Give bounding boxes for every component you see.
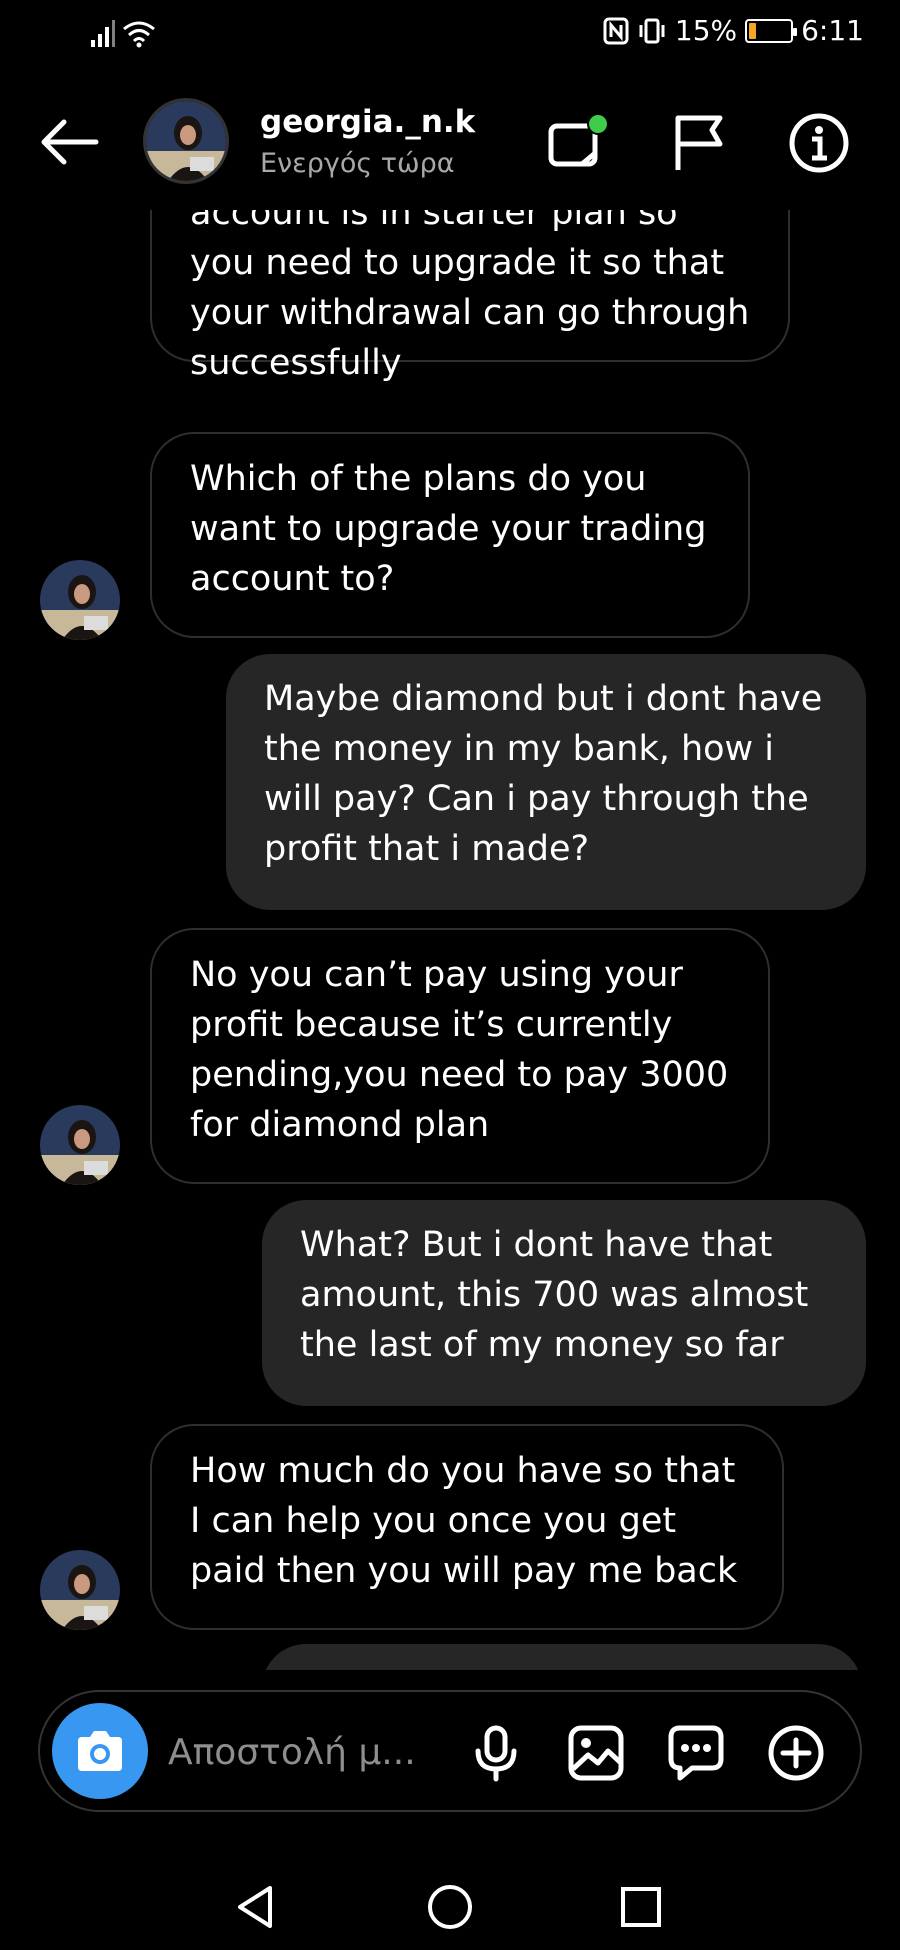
status-right: 15% 6:11 [603, 14, 864, 47]
avatar-image [146, 101, 226, 181]
sender-avatar[interactable] [40, 560, 120, 640]
message-bubble-incoming[interactable]: account is in starter plan so you need t… [150, 210, 790, 383]
message-line: What? But i dont have that [300, 1225, 773, 1265]
avatar-image [40, 1550, 120, 1630]
message-line: How much do you have so that [190, 1451, 736, 1491]
avatar-image [40, 560, 120, 640]
message-line: Maybe diamond but i dont have [264, 679, 823, 719]
clock: 6:11 [801, 14, 864, 47]
message-bubble-outgoing[interactable]: What? But i dont have that amount, this … [262, 1200, 866, 1406]
sender-avatar[interactable] [40, 1105, 120, 1185]
message-bubble-incoming[interactable]: Which of the plans do you want to upgrad… [150, 432, 750, 638]
microphone-icon[interactable] [466, 1723, 526, 1783]
nav-home-icon[interactable] [425, 1882, 475, 1932]
message-bubble-outgoing[interactable]: Maybe diamond but i dont have the money … [226, 654, 866, 910]
avatar-image [40, 1105, 120, 1185]
battery-percent: 15% [674, 14, 738, 47]
message-line: profit that i made? [264, 829, 590, 869]
sender-avatar[interactable] [40, 1550, 120, 1630]
message-list[interactable]: account is in starter plan so you need t… [0, 210, 900, 1670]
message-bubble-incoming[interactable]: No you can’t pay using your profit becau… [150, 928, 770, 1184]
contact-username[interactable]: georgia._n.k [260, 104, 475, 140]
sticker-chat-icon[interactable] [666, 1723, 726, 1783]
message-line: will pay? Can i pay through the [264, 779, 809, 819]
status-bar: 15% 6:11 [0, 0, 900, 70]
video-call-icon[interactable] [546, 112, 608, 174]
message-line: profit because it’s currently [190, 1005, 673, 1045]
info-icon[interactable] [788, 112, 850, 174]
message-bubble-outgoing-partial[interactable] [262, 1644, 862, 1670]
vibrate-icon [639, 18, 665, 43]
back-arrow-icon[interactable] [38, 116, 100, 168]
camera-button[interactable] [52, 1703, 148, 1799]
message-line: account to? [190, 559, 395, 599]
message-line: you need to upgrade it so that [190, 243, 725, 283]
nav-back-icon[interactable] [232, 1882, 282, 1932]
plus-icon[interactable] [766, 1723, 826, 1783]
message-line: Which of the plans do you [190, 459, 647, 499]
flag-icon[interactable] [668, 112, 730, 174]
contact-activity-status: Ενεργός τώρα [260, 148, 455, 179]
message-composer [38, 1690, 862, 1812]
gallery-icon[interactable] [566, 1723, 626, 1783]
nfc-icon [603, 17, 629, 44]
message-line: for diamond plan [190, 1105, 490, 1145]
chat-header: georgia._n.k Ενεργός τώρα [0, 90, 900, 194]
message-line: pending,you need to pay 3000 [190, 1055, 729, 1095]
message-line: the money in my bank, how i [264, 729, 775, 769]
message-line: paid then you will pay me back [190, 1551, 738, 1591]
message-input[interactable] [168, 1726, 468, 1778]
message-line: amount, this 700 was almost [300, 1275, 809, 1315]
message-line: want to upgrade your trading [190, 509, 707, 549]
message-line: No you can’t pay using your [190, 955, 683, 995]
signal-wifi-group [90, 18, 156, 48]
camera-icon [78, 1731, 122, 1771]
message-line: account is in starter plan so [190, 210, 678, 233]
signal-icon [91, 20, 115, 47]
message-line: I can help you once you get [190, 1501, 677, 1541]
system-navigation-bar [0, 1860, 900, 1950]
contact-avatar[interactable] [143, 98, 229, 184]
message-line: the last of my money so far [300, 1325, 784, 1365]
message-line: successfully [190, 343, 402, 383]
battery-icon [745, 18, 798, 43]
message-line: your withdrawal can go through [190, 293, 750, 333]
battery-level [749, 22, 756, 39]
message-bubble-incoming[interactable]: How much do you have so that I can help … [150, 1424, 784, 1630]
online-dot-icon [587, 113, 608, 135]
nav-recents-icon[interactable] [616, 1882, 666, 1932]
wifi-icon [123, 21, 155, 48]
